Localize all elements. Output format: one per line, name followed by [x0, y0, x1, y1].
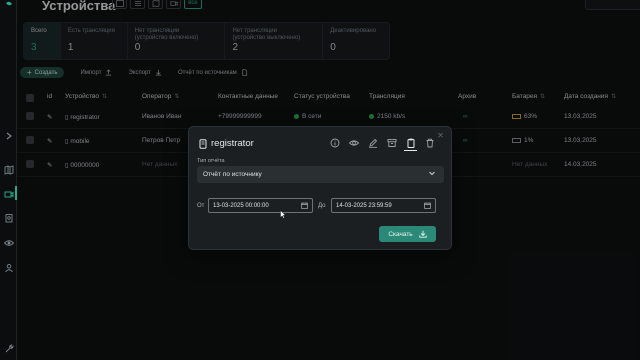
- logo-icon[interactable]: [3, 0, 14, 11]
- wrench-icon[interactable]: [3, 343, 14, 354]
- report-type-value: Отчёт по источнику: [203, 171, 262, 178]
- download-icon: [419, 230, 427, 238]
- device-icon: [199, 138, 207, 149]
- report-modal: ✕ registrator Тип отчёта Отчёт по источн…: [188, 126, 452, 250]
- report-type-label: Тип отчёта: [197, 158, 225, 164]
- archive-icon[interactable]: [386, 137, 397, 148]
- camera-icon[interactable]: [3, 188, 14, 199]
- trash-icon[interactable]: [424, 137, 435, 148]
- to-label: До: [318, 203, 326, 209]
- modal-device-name: registrator: [211, 138, 254, 149]
- close-icon[interactable]: ✕: [437, 131, 444, 140]
- sidebar: [0, 0, 17, 360]
- calendar-icon[interactable]: [301, 202, 308, 209]
- download-button[interactable]: Скачать: [379, 226, 436, 242]
- clipboard-icon[interactable]: [404, 137, 417, 151]
- map-icon[interactable]: [3, 164, 14, 175]
- chevron-down-icon: [429, 171, 435, 176]
- pencil-icon[interactable]: [367, 137, 378, 148]
- from-label: От: [197, 203, 205, 209]
- info-icon[interactable]: [329, 137, 340, 148]
- eye-icon[interactable]: [3, 237, 14, 248]
- download-label: Скачать: [388, 230, 413, 238]
- modal-title: registrator: [199, 138, 254, 149]
- to-date-value: 14-03-2025 23:59:59: [336, 203, 392, 209]
- from-date-input[interactable]: 13-03-2025 00:00:00: [208, 198, 313, 213]
- eye-icon[interactable]: [348, 137, 359, 148]
- from-date-value: 13-03-2025 00:00:00: [213, 203, 269, 209]
- expand-chevron-icon[interactable]: [3, 130, 14, 141]
- mouse-cursor-icon: [280, 210, 286, 219]
- report-type-select[interactable]: Отчёт по источнику: [197, 166, 444, 183]
- calendar-icon[interactable]: [424, 202, 431, 209]
- to-date-input[interactable]: 14-03-2025 23:59:59: [331, 198, 436, 213]
- badge-icon[interactable]: [3, 212, 14, 223]
- users-icon[interactable]: [3, 262, 14, 273]
- modal-toolbar: [329, 137, 435, 151]
